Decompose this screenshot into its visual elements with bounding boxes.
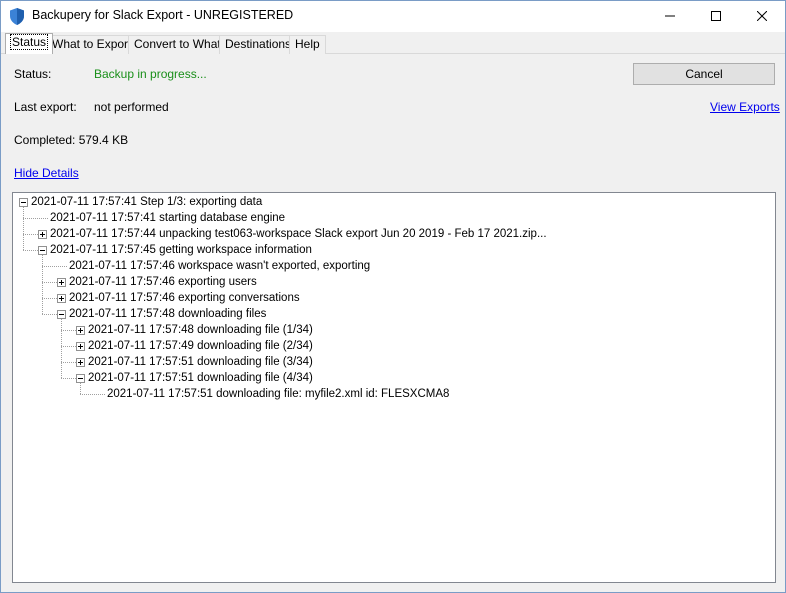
expand-icon[interactable] bbox=[76, 358, 85, 367]
log-entry[interactable]: 2021-07-11 17:57:46 exporting conversati… bbox=[69, 290, 300, 306]
collapse-icon[interactable] bbox=[19, 198, 28, 207]
tree-connector bbox=[80, 383, 81, 394]
log-entry[interactable]: 2021-07-11 17:57:49 downloading file (2/… bbox=[88, 338, 313, 354]
cancel-button[interactable]: Cancel bbox=[633, 63, 775, 85]
last-export-value: not performed bbox=[94, 100, 169, 114]
maximize-icon bbox=[711, 10, 721, 24]
tab-destinations[interactable]: Destinations bbox=[219, 35, 298, 54]
hide-details-link[interactable]: Hide Details bbox=[14, 166, 79, 180]
collapse-icon[interactable] bbox=[38, 246, 47, 255]
title-bar[interactable]: Backupery for Slack Export - UNREGISTERE… bbox=[1, 1, 785, 32]
status-value: Backup in progress... bbox=[94, 67, 207, 81]
log-entry[interactable]: 2021-07-11 17:57:48 downloading files bbox=[69, 306, 266, 322]
completed-size: Completed: 579.4 KB bbox=[14, 133, 129, 147]
tree-connector bbox=[23, 218, 48, 219]
app-window: Backupery for Slack Export - UNREGISTERE… bbox=[0, 0, 786, 593]
expand-icon[interactable] bbox=[76, 326, 85, 335]
log-entry[interactable]: 2021-07-11 17:57:44 unpacking test063-wo… bbox=[50, 226, 547, 242]
tree-connector bbox=[80, 394, 105, 395]
log-entry[interactable]: 2021-07-11 17:57:41 starting database en… bbox=[50, 210, 285, 226]
log-entry[interactable]: 2021-07-11 17:57:46 workspace wasn't exp… bbox=[69, 258, 370, 274]
tree-connector bbox=[42, 266, 67, 267]
tab-label: What to Export bbox=[52, 37, 132, 51]
log-entry[interactable]: 2021-07-11 17:57:46 exporting users bbox=[69, 274, 257, 290]
tab-label: Convert to What bbox=[134, 37, 221, 51]
expand-icon[interactable] bbox=[57, 294, 66, 303]
tab-convert-to-what[interactable]: Convert to What bbox=[128, 35, 227, 54]
log-tree[interactable]: 2021-07-11 17:57:41 Step 1/3: exporting … bbox=[12, 192, 776, 583]
close-button[interactable] bbox=[739, 1, 785, 32]
view-exports-link[interactable]: View Exports bbox=[710, 100, 780, 114]
tree-connector bbox=[61, 319, 62, 378]
maximize-button[interactable] bbox=[693, 1, 739, 32]
status-label: Status: bbox=[14, 67, 52, 81]
expand-icon[interactable] bbox=[38, 230, 47, 239]
close-icon bbox=[756, 10, 768, 24]
tree-connector bbox=[23, 207, 24, 250]
log-entry[interactable]: 2021-07-11 17:57:51 downloading file (4/… bbox=[88, 370, 313, 386]
collapse-icon[interactable] bbox=[57, 310, 66, 319]
shield-icon bbox=[10, 8, 24, 25]
log-entry[interactable]: 2021-07-11 17:57:51 downloading file: my… bbox=[107, 386, 449, 402]
window-title: Backupery for Slack Export - UNREGISTERE… bbox=[32, 8, 294, 22]
expand-icon[interactable] bbox=[76, 342, 85, 351]
minimize-icon bbox=[665, 10, 675, 24]
last-export-label: Last export: bbox=[14, 100, 77, 114]
tab-label: Destinations bbox=[225, 37, 292, 51]
tab-what-to-export[interactable]: What to Export bbox=[46, 35, 138, 54]
tab-strip: Status What to Export Convert to What De… bbox=[1, 32, 785, 54]
tab-status[interactable]: Status bbox=[5, 33, 54, 54]
log-entry[interactable]: 2021-07-11 17:57:41 Step 1/3: exporting … bbox=[31, 194, 262, 210]
expand-icon[interactable] bbox=[57, 278, 66, 287]
log-entry[interactable]: 2021-07-11 17:57:45 getting workspace in… bbox=[50, 242, 312, 258]
log-entry[interactable]: 2021-07-11 17:57:51 downloading file (3/… bbox=[88, 354, 313, 370]
log-entry[interactable]: 2021-07-11 17:57:48 downloading file (1/… bbox=[88, 322, 313, 338]
tab-help[interactable]: Help bbox=[289, 35, 326, 54]
tab-label: Help bbox=[295, 37, 320, 51]
tree-connector bbox=[42, 255, 43, 314]
collapse-icon[interactable] bbox=[76, 374, 85, 383]
minimize-button[interactable] bbox=[647, 1, 693, 32]
status-panel: Status: Backup in progress... Cancel Las… bbox=[1, 54, 785, 592]
tab-label: Status bbox=[9, 34, 49, 50]
